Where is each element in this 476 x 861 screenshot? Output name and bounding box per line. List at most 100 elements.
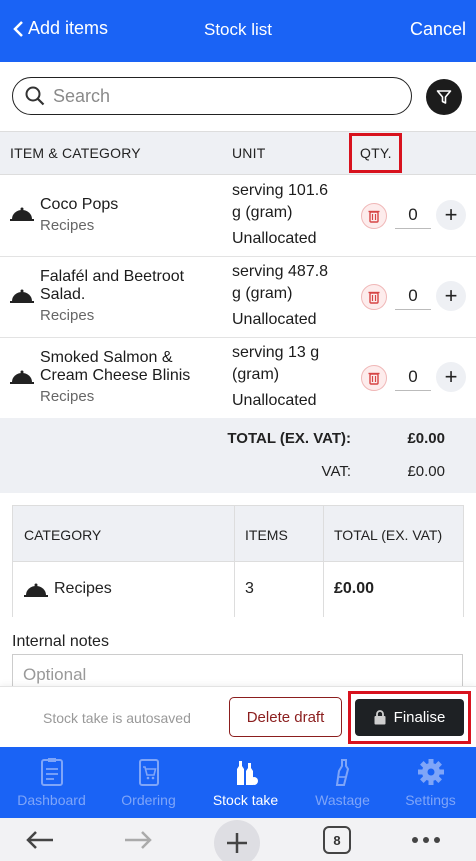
item-name: Coco Pops bbox=[40, 196, 119, 213]
search-icon bbox=[25, 86, 45, 106]
gear-icon bbox=[418, 759, 444, 785]
item-category: Recipes bbox=[40, 307, 95, 324]
unit-cell: serving 101.6 g (gram) Unallocated bbox=[232, 180, 342, 250]
delete-item-button[interactable] bbox=[361, 203, 387, 229]
item-name: Falafél and Beetroot Salad. bbox=[40, 268, 185, 303]
chevron-left-icon bbox=[13, 20, 23, 37]
filter-icon bbox=[436, 90, 452, 104]
cart-icon bbox=[139, 759, 159, 786]
delete-draft-button[interactable]: Delete draft bbox=[229, 697, 342, 737]
bottles-icon bbox=[237, 761, 258, 785]
nav-label: Ordering bbox=[121, 792, 176, 808]
nav-label: Stock take bbox=[212, 792, 279, 808]
unit-size: serving 13 g bbox=[232, 344, 320, 361]
plus-icon: + bbox=[444, 202, 458, 227]
trash-icon bbox=[368, 291, 380, 304]
quantity-input[interactable]: 0 bbox=[395, 282, 431, 310]
allocation-status: Unallocated bbox=[232, 392, 317, 409]
cloche-icon bbox=[10, 207, 34, 221]
summary-total: £0.00 bbox=[334, 580, 375, 597]
browser-new-tab-button[interactable] bbox=[214, 818, 260, 861]
summary-header-category: CATEGORY bbox=[24, 527, 102, 543]
browser-menu-button[interactable] bbox=[410, 824, 442, 856]
unit-measure: (gram) bbox=[232, 366, 280, 383]
new-tab-circle bbox=[214, 819, 260, 861]
nav-stock-take[interactable]: Stock take bbox=[198, 747, 293, 818]
finalise-label: Finalise bbox=[393, 709, 446, 726]
category-summary-table: CATEGORY ITEMS TOTAL (EX. VAT) Recipes 3… bbox=[12, 505, 464, 617]
arrow-left-icon bbox=[26, 831, 53, 849]
total-ex-vat-value: £0.00 bbox=[407, 430, 445, 447]
summary-category: Recipes bbox=[54, 580, 112, 597]
cancel-button[interactable]: Cancel bbox=[410, 19, 466, 40]
nav-settings[interactable]: Settings bbox=[383, 747, 476, 818]
bottom-navigation: Dashboard Ordering Stock take Wastage Se… bbox=[0, 747, 476, 818]
add-items-back-button[interactable]: Add items bbox=[12, 18, 108, 39]
tab-count-badge: 8 bbox=[323, 826, 351, 854]
unit-cell: serving 487.8 g (gram) Unallocated bbox=[232, 261, 342, 331]
unit-measure: g (gram) bbox=[232, 204, 293, 221]
summary-header-items: ITEMS bbox=[245, 527, 288, 543]
clipboard-icon bbox=[41, 758, 63, 786]
delete-item-button[interactable] bbox=[361, 365, 387, 391]
table-row: Coco Pops Recipes serving 101.6 g (gram)… bbox=[0, 176, 476, 257]
unit-cell: serving 13 g (gram) Unallocated bbox=[232, 342, 342, 412]
summary-items-count: 3 bbox=[245, 580, 254, 597]
cloche-icon bbox=[10, 289, 34, 303]
allocation-status: Unallocated bbox=[232, 230, 317, 247]
unit-measure: g (gram) bbox=[232, 285, 293, 302]
increase-qty-button[interactable]: + bbox=[436, 362, 466, 392]
column-header-item-category: ITEM & CATEGORY bbox=[10, 145, 141, 161]
vat-label: VAT: bbox=[321, 463, 351, 480]
column-divider bbox=[234, 506, 235, 617]
top-app-bar: Add items Stock list Cancel bbox=[0, 0, 476, 62]
increase-qty-button[interactable]: + bbox=[436, 281, 466, 311]
autosave-status: Stock take is autosaved bbox=[43, 710, 191, 726]
allocation-status: Unallocated bbox=[232, 311, 317, 328]
table-header: ITEM & CATEGORY UNIT QTY. bbox=[0, 131, 476, 175]
column-header-qty: QTY. bbox=[360, 145, 392, 161]
arrow-right-icon bbox=[125, 831, 152, 849]
total-ex-vat-label: TOTAL (EX. VAT): bbox=[227, 430, 351, 447]
column-divider bbox=[323, 506, 324, 617]
summary-header: CATEGORY ITEMS TOTAL (EX. VAT) bbox=[13, 506, 463, 562]
trash-icon bbox=[368, 210, 380, 223]
browser-toolbar: 8 bbox=[0, 818, 476, 861]
nav-wastage[interactable]: Wastage bbox=[295, 747, 390, 818]
cloche-icon bbox=[24, 583, 48, 597]
bin-bottle-icon bbox=[335, 759, 350, 786]
totals-panel: TOTAL (EX. VAT): £0.00 VAT: £0.00 bbox=[0, 418, 476, 493]
lock-icon bbox=[374, 710, 386, 725]
delete-item-button[interactable] bbox=[361, 284, 387, 310]
plus-icon bbox=[227, 832, 247, 853]
plus-icon: + bbox=[444, 283, 458, 308]
quantity-input[interactable]: 0 bbox=[395, 201, 431, 229]
nav-label: Dashboard bbox=[17, 792, 86, 808]
browser-forward-button[interactable] bbox=[122, 824, 154, 856]
nav-label: Wastage bbox=[315, 792, 370, 808]
column-header-unit: UNIT bbox=[232, 145, 266, 161]
nav-ordering[interactable]: Ordering bbox=[101, 747, 196, 818]
item-category: Recipes bbox=[40, 388, 95, 405]
filter-button[interactable] bbox=[426, 79, 462, 115]
plus-icon: + bbox=[444, 364, 458, 389]
increase-qty-button[interactable]: + bbox=[436, 200, 466, 230]
unit-size: serving 487.8 bbox=[232, 263, 329, 280]
search-field[interactable] bbox=[12, 77, 412, 115]
internal-notes-label: Internal notes bbox=[12, 633, 109, 650]
browser-back-button[interactable] bbox=[24, 824, 56, 856]
nav-dashboard[interactable]: Dashboard bbox=[4, 747, 99, 818]
finalise-highlight-box: Finalise bbox=[348, 691, 471, 744]
unit-size: serving 101.6 bbox=[232, 182, 329, 199]
nav-label: Settings bbox=[405, 792, 456, 808]
quantity-input[interactable]: 0 bbox=[395, 363, 431, 391]
search-bar-row bbox=[0, 62, 476, 131]
item-category: Recipes bbox=[40, 217, 95, 234]
summary-row: Recipes 3 £0.00 bbox=[13, 562, 463, 617]
item-name: Smoked Salmon & Cream Cheese Blinis bbox=[40, 349, 191, 384]
finalise-button[interactable]: Finalise bbox=[355, 699, 464, 736]
cloche-icon bbox=[10, 370, 34, 384]
search-input[interactable] bbox=[53, 85, 383, 107]
browser-tabs-button[interactable]: 8 bbox=[322, 824, 352, 856]
back-label: Add items bbox=[28, 18, 109, 38]
